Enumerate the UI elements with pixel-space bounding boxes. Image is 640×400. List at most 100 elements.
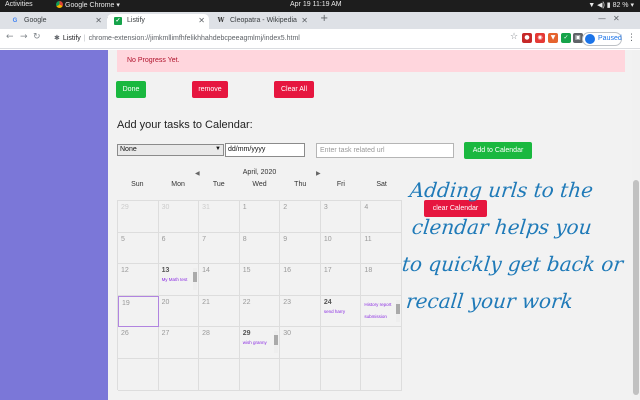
- bookmark-star-icon[interactable]: ☆: [510, 32, 518, 42]
- day-number: 24: [323, 298, 332, 306]
- calendar-day[interactable]: 23: [280, 295, 321, 328]
- calendar-day[interactable]: 15: [239, 264, 281, 296]
- calendar-day[interactable]: History report submission: [361, 295, 402, 328]
- date-input[interactable]: dd/mm/yyyy: [225, 143, 305, 157]
- day-number: 30: [283, 330, 292, 338]
- calendar-day[interactable]: 14: [199, 264, 240, 296]
- add-to-calendar-button[interactable]: Add to Calendar: [464, 142, 532, 159]
- extension-red-icon[interactable]: ●: [522, 33, 532, 43]
- calendar-day[interactable]: 27: [158, 327, 200, 359]
- extension-shield-icon[interactable]: ▼: [548, 33, 558, 43]
- battery-icon: ▮: [606, 2, 611, 9]
- system-top-bar: Activities Google Chrome ▾ Apr 19 11:19 …: [0, 0, 640, 12]
- calendar-day[interactable]: 17: [320, 264, 362, 296]
- day-number: 22: [242, 298, 251, 306]
- calendar-day[interactable]: 26: [118, 327, 159, 359]
- next-month-icon[interactable]: ▶: [316, 170, 321, 177]
- cell-scrollbar[interactable]: [193, 268, 198, 291]
- menu-kebab-icon[interactable]: ⋮: [627, 33, 636, 43]
- extension-listify-icon[interactable]: ✓: [561, 33, 571, 43]
- url-separator: |: [83, 35, 86, 42]
- calendar-task-link[interactable]: send harry: [324, 309, 361, 314]
- close-icon[interactable]: ✕: [301, 16, 308, 25]
- calendar-day[interactable]: 16: [280, 264, 321, 296]
- tab-wikipedia[interactable]: W Cleopatra - Wikipedia ✕: [210, 14, 312, 29]
- google-favicon-icon: G: [12, 18, 18, 24]
- calendar-day[interactable]: 29: [118, 201, 159, 233]
- calendar-day[interactable]: 22: [239, 295, 281, 328]
- calendar-day[interactable]: 11: [361, 232, 402, 265]
- task-select[interactable]: None ▼: [117, 144, 224, 156]
- calendar-day[interactable]: [239, 358, 281, 391]
- close-icon[interactable]: ✕: [198, 16, 205, 25]
- calendar-day[interactable]: 13 My Math test: [158, 264, 200, 296]
- close-icon[interactable]: ✕: [95, 16, 102, 25]
- calendar-day[interactable]: 12: [118, 264, 159, 296]
- calendar-day[interactable]: 1: [239, 201, 281, 233]
- back-icon[interactable]: ←: [6, 32, 14, 42]
- promo-line: Adding urls to the: [408, 178, 595, 202]
- calendar-day[interactable]: [361, 358, 402, 391]
- calendar-day[interactable]: 30: [280, 327, 321, 359]
- calendar-day[interactable]: 28: [199, 327, 240, 359]
- calendar-grid: 29 30 31 1 2 3 4 5 6 7 8 9 10 11 12 13 My Math test 14 15 1…: [117, 200, 402, 391]
- day-number: 21: [202, 298, 210, 306]
- wikipedia-favicon-icon: W: [217, 17, 225, 24]
- activities-button[interactable]: Activities: [5, 1, 33, 8]
- remove-button[interactable]: remove: [192, 81, 228, 98]
- day-number: 14: [202, 267, 210, 275]
- calendar-day[interactable]: [320, 358, 362, 391]
- extension-adblock-icon[interactable]: ◉: [535, 33, 545, 43]
- task-url-input[interactable]: Enter task related url: [316, 143, 454, 158]
- tab-google[interactable]: G Google ✕: [4, 14, 106, 29]
- new-tab-button[interactable]: +: [320, 13, 328, 24]
- progress-alert: No Progress Yet.: [117, 50, 625, 72]
- calendar-day[interactable]: 9: [280, 232, 321, 265]
- calendar-day-today[interactable]: 19: [118, 295, 159, 328]
- clear-all-button[interactable]: Clear All: [274, 81, 314, 98]
- minimize-icon[interactable]: —: [598, 14, 606, 23]
- tab-strip: G Google ✕ ✓ Listify ✕ W Cleopatra - Wik…: [0, 12, 640, 29]
- calendar-day[interactable]: 4: [361, 201, 402, 233]
- calendar-day[interactable]: [280, 358, 321, 391]
- calendar-day[interactable]: 18: [361, 264, 402, 296]
- clock[interactable]: Apr 19 11:19 AM: [290, 1, 342, 8]
- calendar-day[interactable]: 20: [158, 295, 200, 328]
- profile-paused-button[interactable]: Paused: [582, 32, 622, 46]
- calendar-day[interactable]: 8: [239, 232, 281, 265]
- task-select-value: None: [120, 146, 137, 153]
- calendar-day[interactable]: 30: [158, 201, 200, 233]
- calendar-day[interactable]: 2: [280, 201, 321, 233]
- cell-scrollbar[interactable]: [274, 331, 279, 354]
- calendar-day[interactable]: 7: [199, 232, 240, 265]
- calendar-day[interactable]: 29 wish granny: [239, 327, 281, 359]
- url-text: chrome-extension://jimkmllimfhfelikhhahd…: [88, 35, 300, 42]
- forward-icon[interactable]: →: [20, 32, 28, 42]
- app-menu[interactable]: Google Chrome ▾: [56, 1, 120, 9]
- calendar-day[interactable]: 24 send harry: [320, 295, 362, 328]
- calendar-day[interactable]: 6: [158, 232, 200, 265]
- day-number: 7: [202, 235, 207, 243]
- calendar-day[interactable]: 5: [118, 232, 159, 265]
- calendar-day[interactable]: 21: [199, 295, 240, 328]
- close-window-icon[interactable]: ✕: [613, 14, 620, 23]
- calendar-day[interactable]: [361, 327, 402, 359]
- day-number: 27: [161, 330, 170, 338]
- calendar-day[interactable]: [158, 358, 200, 391]
- calendar-day[interactable]: 3: [320, 201, 362, 233]
- calendar-day[interactable]: 31: [199, 201, 240, 233]
- address-bar[interactable]: ✱ Listify | chrome-extension://jimkmllimfhf…: [44, 31, 520, 46]
- system-tray[interactable]: ▼ ◀) ▮ 82 % ▾: [588, 1, 634, 9]
- weekday-label: Fri: [336, 181, 345, 188]
- calendar-day[interactable]: [320, 327, 362, 359]
- calendar-day[interactable]: [118, 358, 159, 391]
- done-button[interactable]: Done: [116, 81, 146, 98]
- tab-listify[interactable]: ✓ Listify ✕: [107, 14, 209, 29]
- calendar-day[interactable]: 10: [320, 232, 362, 265]
- tab-title: Cleopatra - Wikipedia: [230, 17, 297, 24]
- calendar-day[interactable]: [199, 358, 240, 391]
- day-number: 19: [122, 299, 130, 307]
- month-title: April, 2020: [242, 169, 277, 176]
- site-name: Listify: [62, 35, 81, 42]
- reload-icon[interactable]: ↻: [33, 32, 41, 42]
